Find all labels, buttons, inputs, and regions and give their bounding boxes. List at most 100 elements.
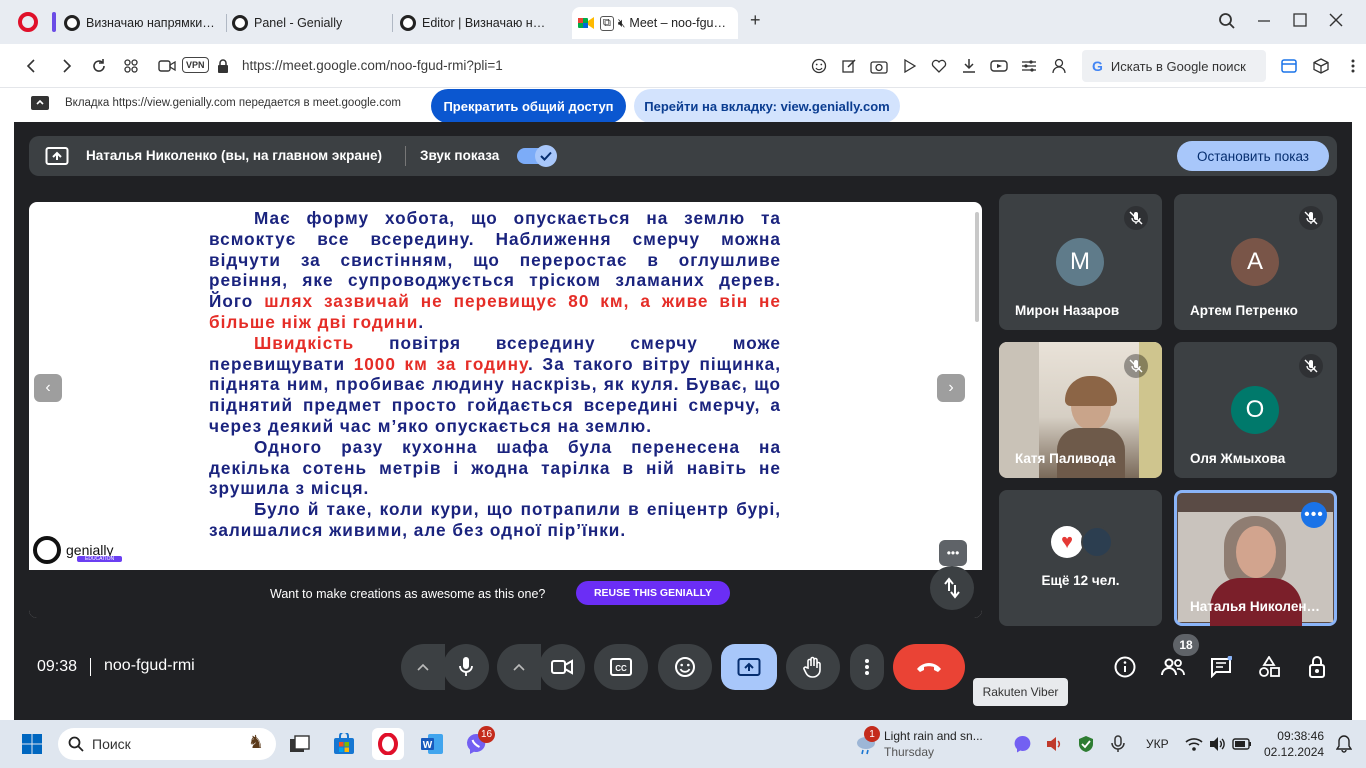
edit-icon[interactable] <box>840 57 858 75</box>
vpn-badge[interactable]: VPN <box>182 57 209 73</box>
present-to-all-icon <box>737 658 761 676</box>
chat-icon[interactable] <box>1208 654 1234 680</box>
mic-off-icon <box>1299 354 1323 378</box>
viber-tray-icon[interactable] <box>1012 734 1032 754</box>
camera-button[interactable] <box>539 644 585 690</box>
present-screen-icon <box>45 146 69 166</box>
audio-options-button[interactable] <box>401 644 445 690</box>
heart-icon[interactable] <box>930 57 948 75</box>
slide-scrollbar[interactable] <box>975 212 979 322</box>
microsoft-store-icon[interactable] <box>328 728 360 760</box>
tab-genially-view[interactable]: Визначаю напрямки руху <box>58 7 222 39</box>
reuse-genially-button[interactable]: REUSE THIS GENIALLY <box>576 581 730 605</box>
screen-share-icon <box>30 95 50 111</box>
genially-icon <box>232 15 248 31</box>
tab-genially-editor[interactable]: Editor | Визначаю напрям <box>394 7 558 39</box>
slide-more-options-button[interactable]: ••• <box>939 540 967 566</box>
emoji-icon[interactable] <box>810 57 828 75</box>
stop-presenting-button[interactable]: Остановить показ <box>1177 141 1329 171</box>
speaker-tray-icon[interactable] <box>1044 734 1064 754</box>
previous-slide-button[interactable]: ‹ <box>34 374 62 402</box>
chevron-up-icon <box>513 663 525 671</box>
present-now-button[interactable] <box>721 644 777 690</box>
participant-name: Оля Жмыхова <box>1190 451 1286 466</box>
language-indicator[interactable]: УКР <box>1146 737 1169 751</box>
new-tab-button[interactable]: + <box>750 10 761 31</box>
notifications-bell-icon[interactable] <box>1334 734 1354 754</box>
volume-icon[interactable] <box>1208 734 1228 754</box>
people-icon[interactable] <box>1160 654 1186 680</box>
download-icon[interactable] <box>960 57 978 75</box>
battery-icon[interactable] <box>1232 734 1252 754</box>
lock-icon[interactable] <box>214 57 232 75</box>
player-icon[interactable] <box>900 57 918 75</box>
stop-sharing-button[interactable]: Прекратить общий доступ <box>431 89 626 123</box>
reactions-button[interactable] <box>658 644 712 690</box>
windows-start-icon[interactable] <box>16 728 48 760</box>
easy-setup-icon[interactable] <box>1020 57 1038 75</box>
participant-name: Мирон Назаров <box>1015 303 1120 318</box>
raise-hand-button[interactable] <box>786 644 840 690</box>
video-options-button[interactable] <box>497 644 541 690</box>
mic-icon <box>459 657 473 676</box>
tab-islands-icon[interactable] <box>1280 57 1298 75</box>
share-tab-icon: ⧉ <box>600 15 614 31</box>
task-view-icon[interactable] <box>284 728 316 760</box>
meeting-clock: 09:38 <box>37 658 78 675</box>
tab-meet[interactable]: ⧉ 🔇︎ Meet – noo-fgud-rmi <box>572 7 738 39</box>
minimize-icon[interactable] <box>1256 12 1272 28</box>
slide-paragraph-3: Одного разу кухонна шафа була перенесена… <box>209 436 781 499</box>
reload-icon[interactable] <box>90 57 108 75</box>
wifi-icon[interactable] <box>1184 734 1204 754</box>
more-options-icon[interactable]: ••• <box>1301 502 1327 528</box>
tab-genially-panel[interactable]: Panel - Genially <box>226 7 390 39</box>
security-tray-icon[interactable] <box>1076 734 1096 754</box>
opera-logo-icon[interactable] <box>18 12 38 32</box>
genially-logo: genially EDUCATION <box>33 536 123 564</box>
closed-captions-icon: CC <box>610 658 632 676</box>
go-to-tab-button[interactable]: Перейти на вкладку: view.genially.com <box>634 89 900 123</box>
participant-tile[interactable]: О Оля Жмыхова <box>1174 342 1337 478</box>
host-controls-icon[interactable] <box>1304 654 1330 680</box>
meet-controls-bar: 09:38 noo-fgud-rmi CC 18 <box>14 634 1352 696</box>
taskbar-search[interactable]: Поиск ♞ <box>58 728 276 760</box>
meeting-details-icon[interactable] <box>1112 654 1138 680</box>
next-slide-button[interactable]: › <box>937 374 965 402</box>
cube-icon[interactable] <box>1312 57 1330 75</box>
participant-video-tile[interactable]: Катя Паливода <box>999 342 1162 478</box>
camera-access-icon[interactable] <box>158 57 176 75</box>
google-search-box[interactable]: G Искать в Google поиск <box>1082 50 1266 82</box>
participant-name: Артем Петренко <box>1190 303 1298 318</box>
microphone-tray-icon[interactable] <box>1108 734 1128 754</box>
extension-icon[interactable] <box>990 57 1008 75</box>
microphone-button[interactable] <box>443 644 489 690</box>
back-icon[interactable] <box>22 57 40 75</box>
participant-tile[interactable]: А Артем Петренко <box>1174 194 1337 330</box>
system-clock[interactable]: 09:38:46 02.12.2024 <box>1264 728 1324 760</box>
snapshot-icon[interactable] <box>870 57 888 75</box>
captions-button[interactable]: CC <box>594 644 648 690</box>
url-text[interactable]: https://meet.google.com/noo-fgud-rmi?pli… <box>242 58 503 73</box>
forward-icon[interactable] <box>58 57 76 75</box>
leave-call-button[interactable] <box>893 644 965 690</box>
presentation-sound-toggle[interactable] <box>517 145 557 167</box>
maximize-icon[interactable] <box>1292 12 1308 28</box>
swap-view-button[interactable] <box>930 566 974 610</box>
search-tabs-icon[interactable] <box>1218 12 1236 30</box>
speed-dial-icon[interactable] <box>122 57 140 75</box>
profile-icon[interactable] <box>1050 57 1068 75</box>
word-icon[interactable]: W <box>416 728 448 760</box>
opera-taskbar-icon[interactable] <box>372 728 404 760</box>
close-window-icon[interactable] <box>1328 12 1344 28</box>
menu-icon[interactable] <box>1344 57 1362 75</box>
more-participants-label: Ещё 12 чел. <box>1041 573 1120 588</box>
more-participants-tile[interactable]: ♥ Ещё 12 чел. <box>999 490 1162 626</box>
activities-icon[interactable] <box>1256 654 1282 680</box>
slide-paragraph-1: Має форму хобота, що опускається на земл… <box>209 208 781 332</box>
more-options-button[interactable] <box>850 644 884 690</box>
search-placeholder: Поиск <box>92 736 131 752</box>
participant-tile[interactable]: М Мирон Назаров <box>999 194 1162 330</box>
self-video-tile[interactable]: ••• Наталья Николен… <box>1174 490 1337 626</box>
muted-speaker-icon[interactable]: 🔇︎ <box>618 16 626 31</box>
weather-widget[interactable]: Light rain and sn... Thursday <box>884 728 983 760</box>
